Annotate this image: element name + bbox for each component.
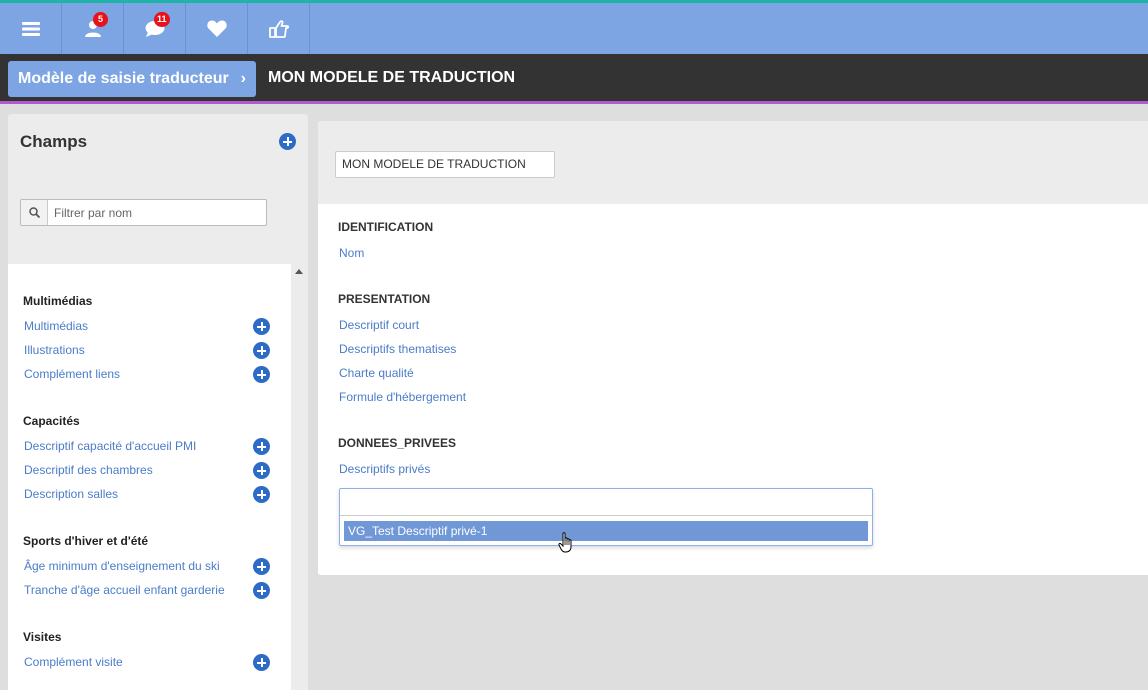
template-name-field[interactable]: MON MODELE DE TRADUCTION	[335, 151, 555, 178]
add-item-button[interactable]	[253, 486, 270, 503]
search-icon	[21, 200, 48, 225]
group-title: Capacités	[23, 414, 80, 428]
thumb-pointer-icon	[268, 19, 289, 38]
item-label: Âge minimum d'enseignement du ski	[24, 559, 220, 573]
field-link[interactable]: Formule d'hébergement	[339, 390, 466, 404]
fields-panel: Champs Multimédias Multimédias Illustrat…	[8, 114, 308, 690]
item-label: Complément visite	[24, 655, 123, 669]
add-item-button[interactable]	[253, 582, 270, 599]
top-toolbar: 5 11	[0, 0, 1148, 54]
group-title: Visites	[23, 630, 62, 644]
field-link[interactable]: Charte qualité	[339, 366, 414, 380]
filter-input[interactable]	[49, 200, 265, 225]
item-label: Tranche d'âge accueil enfant garderie	[24, 583, 225, 597]
panel-title: Champs	[20, 132, 88, 151]
item-label: Illustrations	[24, 343, 85, 357]
list-item[interactable]: Complément liens	[24, 365, 278, 385]
template-editor: MON MODELE DE TRADUCTION IDENTIFICATION …	[318, 121, 1148, 575]
fields-list: Multimédias Multimédias Illustrations Co…	[8, 264, 291, 690]
menu-button[interactable]	[0, 3, 62, 54]
list-item[interactable]: Complément visite	[24, 653, 278, 673]
chevron-right-icon: ›	[240, 70, 246, 87]
field-link[interactable]: Descriptif court	[339, 318, 419, 332]
group-title: Sports d'hiver et d'été	[23, 534, 149, 548]
private-description-dropdown: VG_Test Descriptif privé-1	[339, 488, 873, 546]
editor-header: MON MODELE DE TRADUCTION	[318, 121, 1148, 204]
add-item-button[interactable]	[253, 366, 270, 383]
section-title: IDENTIFICATION	[338, 220, 434, 234]
field-link[interactable]: Descriptifs thematises	[339, 342, 456, 356]
list-item[interactable]: Illustrations	[24, 341, 278, 361]
group-title: Multimédias	[23, 294, 93, 308]
list-item[interactable]: Description salles	[24, 485, 278, 505]
field-link[interactable]: Descriptifs privés	[339, 462, 430, 476]
pointer-button[interactable]	[248, 3, 310, 54]
add-item-button[interactable]	[253, 654, 270, 671]
dropdown-search-input[interactable]	[340, 489, 872, 516]
breadcrumb-parent[interactable]: Modèle de saisie traducteur ›	[8, 61, 256, 97]
heart-icon	[206, 20, 227, 37]
breadcrumb-label: Modèle de saisie traducteur	[18, 70, 229, 87]
add-item-button[interactable]	[253, 438, 270, 455]
page-title: MON MODELE DE TRADUCTION	[268, 69, 516, 86]
breadcrumb-bar: Modèle de saisie traducteur › MON MODELE…	[0, 54, 1148, 104]
list-item[interactable]: Descriptif capacité d'accueil PMI	[24, 437, 278, 457]
scroll-up-arrow-icon[interactable]	[295, 269, 303, 274]
item-label: Descriptif capacité d'accueil PMI	[24, 439, 197, 453]
item-label: Multimédias	[24, 319, 89, 333]
menu-icon	[21, 21, 40, 36]
list-item[interactable]: Descriptif des chambres	[24, 461, 278, 481]
add-field-button[interactable]	[279, 133, 296, 150]
filter-search	[20, 199, 267, 226]
list-item[interactable]: Multimédias	[24, 317, 278, 337]
add-item-button[interactable]	[253, 462, 270, 479]
contacts-badge: 5	[93, 12, 108, 27]
list-item[interactable]: Âge minimum d'enseignement du ski	[24, 557, 278, 577]
favorites-button[interactable]	[186, 3, 248, 54]
add-item-button[interactable]	[253, 558, 270, 575]
item-label: Descriptif des chambres	[24, 463, 153, 477]
messages-button[interactable]: 11	[124, 3, 186, 54]
list-item[interactable]: Tranche d'âge accueil enfant garderie	[24, 581, 278, 601]
hand-cursor-icon	[558, 532, 572, 553]
item-label: Description salles	[24, 487, 119, 501]
item-label: Complément liens	[24, 367, 121, 381]
contacts-button[interactable]: 5	[62, 3, 124, 54]
scrollbar[interactable]	[291, 264, 308, 690]
messages-badge: 11	[154, 12, 170, 27]
add-item-button[interactable]	[253, 342, 270, 359]
section-title: PRESENTATION	[338, 292, 431, 306]
add-item-button[interactable]	[253, 318, 270, 335]
field-link[interactable]: Nom	[339, 246, 364, 260]
dropdown-option[interactable]: VG_Test Descriptif privé-1	[344, 521, 868, 541]
section-title: DONNEES_PRIVEES	[338, 436, 457, 450]
